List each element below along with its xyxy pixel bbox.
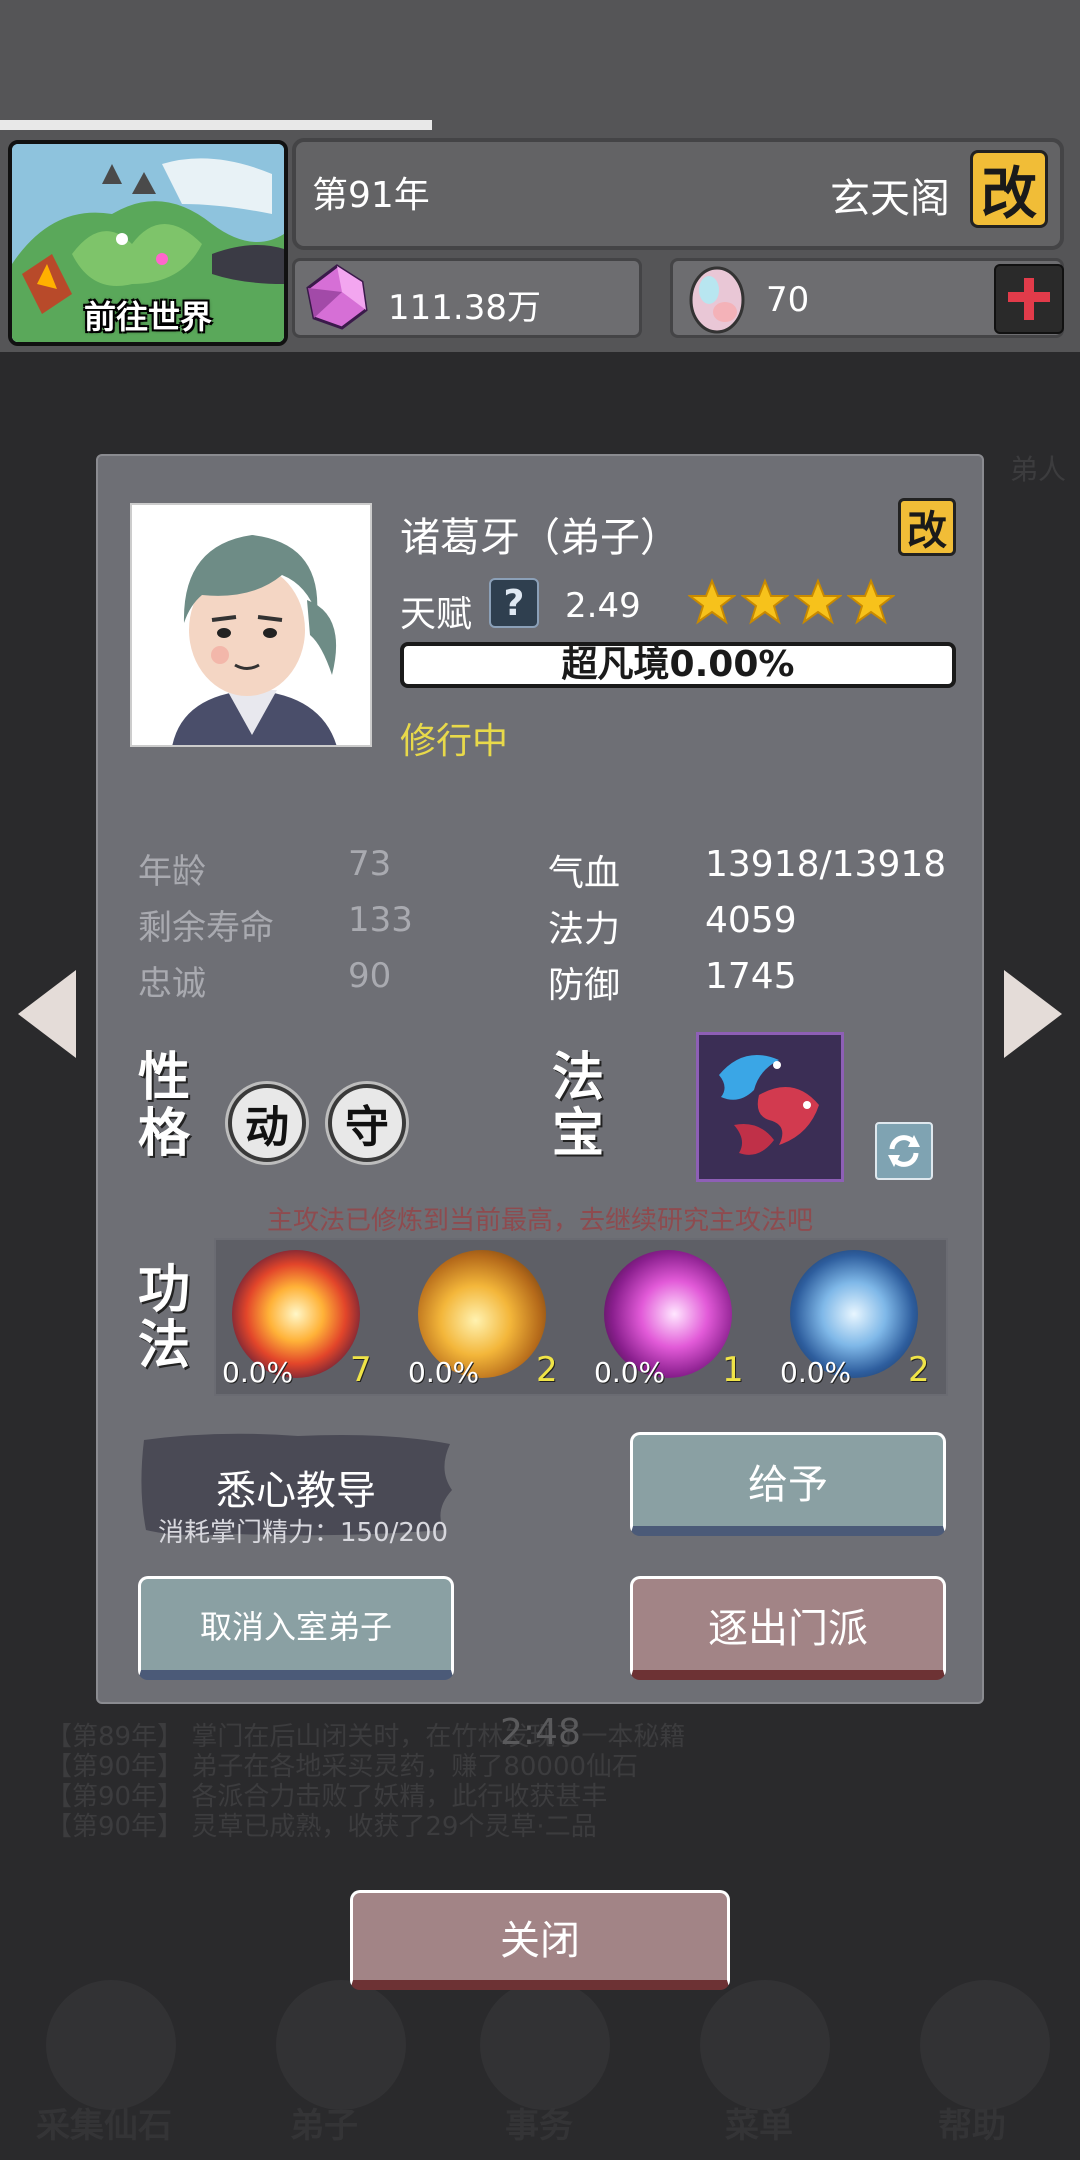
- disciple-portrait: [130, 503, 372, 747]
- stat-label-loyalty: 忠诚: [138, 964, 206, 1004]
- personality-label-char: 性: [137, 1048, 190, 1108]
- teach-label: 悉心教导: [216, 1468, 376, 1514]
- stat-value-loyalty: 90: [348, 956, 392, 996]
- next-disciple-arrow-icon[interactable]: [1004, 970, 1062, 1058]
- add-resource-button[interactable]: [994, 264, 1064, 334]
- spirit-stone-count: 111.38万: [388, 288, 541, 328]
- skill-progress: 0.0%: [780, 1356, 852, 1389]
- nav-icon: [480, 1980, 610, 2110]
- stat-label-lifespan: 剩余寿命: [138, 908, 274, 948]
- nav-affairs[interactable]: 事务: [505, 2098, 573, 2147]
- spirit-stone-icon: [302, 262, 372, 336]
- skill-progress: 0.0%: [408, 1356, 480, 1389]
- treasure-slot[interactable]: [696, 1032, 844, 1182]
- stat-label-age: 年龄: [138, 852, 206, 892]
- personality-label-char: 格: [137, 1104, 190, 1164]
- loading-bar: [0, 120, 432, 130]
- cultivation-status: 修行中: [400, 721, 509, 762]
- star-icon: [794, 578, 842, 625]
- talent-value: 2.49: [565, 586, 641, 626]
- stat-value-hp: 13918/13918: [705, 844, 947, 885]
- spirit-egg-count: 70: [766, 280, 810, 320]
- trait-badge[interactable]: 守: [328, 1084, 406, 1162]
- disciple-name: 诸葛牙（弟子）: [400, 515, 680, 561]
- year-label: 第91年: [312, 175, 430, 216]
- timer: 2:48: [500, 1712, 581, 1753]
- teach-cost: 消耗掌门精力：150/200: [158, 1518, 449, 1548]
- treasure-label: 法 宝: [548, 1050, 608, 1162]
- spirit-egg-icon: [685, 262, 749, 338]
- skill-progress: 0.0%: [222, 1356, 294, 1389]
- skill-level: 2: [536, 1350, 558, 1390]
- talent-help-button[interactable]: ?: [489, 578, 539, 628]
- realm-progress-label: 超凡境0.00%: [561, 644, 795, 685]
- log-line: 【第90年】 灵草已成熟，收获了29个灵草·二品: [46, 1812, 597, 1842]
- skills-label: 功 法: [134, 1262, 194, 1374]
- dragon-treasure-icon: [699, 1035, 841, 1179]
- talent-label: 天赋: [400, 594, 473, 635]
- stat-value-age: 73: [348, 844, 392, 884]
- skills-label-char: 法: [137, 1316, 190, 1376]
- nav-icon: [920, 1980, 1050, 2110]
- stat-value-lifespan: 133: [348, 900, 413, 940]
- realm-progress-bar: 超凡境0.00%: [400, 642, 956, 688]
- nav-disciples[interactable]: 弟子: [290, 2098, 358, 2147]
- skill-hint-text: 主攻法已修炼到当前最高，去继续研究主攻法吧: [266, 1206, 813, 1236]
- plus-icon: [1008, 278, 1050, 320]
- give-button[interactable]: 给予: [630, 1432, 946, 1536]
- trait-badge[interactable]: 动: [228, 1084, 306, 1162]
- go-to-world-button[interactable]: 前往世界: [8, 140, 288, 346]
- refresh-icon: [888, 1135, 920, 1167]
- stat-label-mana: 法力: [548, 909, 621, 950]
- nav-collect-stones[interactable]: 采集仙石: [36, 2098, 172, 2147]
- rename-disciple-button[interactable]: 改: [898, 498, 956, 556]
- previous-disciple-arrow-icon[interactable]: [18, 970, 76, 1058]
- stat-label-hp: 气血: [548, 853, 621, 894]
- skills-label-char: 功: [137, 1260, 190, 1320]
- star-icon: [741, 578, 789, 625]
- talent-stars: [688, 578, 895, 626]
- skill-level: 1: [722, 1350, 744, 1390]
- treasure-label-char: 宝: [551, 1104, 604, 1164]
- expel-button[interactable]: 逐出门派: [630, 1576, 946, 1680]
- stat-label-defense: 防御: [548, 965, 621, 1006]
- close-button[interactable]: 关闭: [350, 1890, 730, 1990]
- sect-name: 玄天阁: [830, 176, 950, 222]
- skill-progress: 0.0%: [594, 1356, 666, 1389]
- personality-label: 性 格: [134, 1050, 194, 1162]
- swap-treasure-button[interactable]: [875, 1122, 933, 1180]
- nav-help[interactable]: 帮助: [938, 2098, 1006, 2147]
- nav-menu[interactable]: 菜单: [725, 2098, 793, 2147]
- nav-icon: [700, 1980, 830, 2110]
- go-to-world-label: 前往世界: [83, 298, 212, 336]
- stat-value-mana: 4059: [705, 900, 797, 941]
- nav-icon: [46, 1980, 176, 2110]
- rename-sect-button[interactable]: 改: [970, 150, 1048, 228]
- background-tab-label: 弟人: [1010, 453, 1067, 486]
- star-icon: [847, 578, 895, 625]
- cancel-inner-disciple-button[interactable]: 取消入室弟子: [138, 1576, 454, 1680]
- skill-level: 7: [350, 1350, 372, 1390]
- nav-icon: [276, 1980, 406, 2110]
- star-icon: [688, 578, 736, 625]
- skill-level: 2: [908, 1350, 930, 1390]
- treasure-label-char: 法: [551, 1048, 604, 1108]
- stat-value-defense: 1745: [705, 956, 797, 997]
